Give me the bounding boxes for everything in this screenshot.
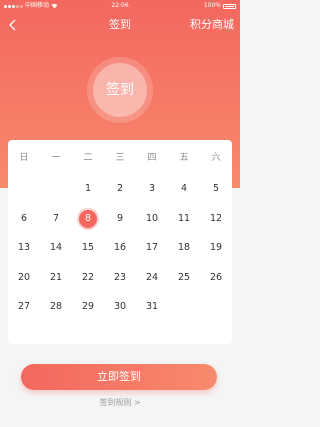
weekday-label: 一 [51,153,61,163]
calendar-day[interactable]: 31 [136,298,168,328]
calendar-day-number: 21 [49,271,63,283]
calendar-day[interactable]: 13 [8,239,40,269]
weekday-label: 三 [115,153,125,163]
calendar-day-number: 7 [52,212,60,224]
calendar-day-number: 18 [177,242,191,253]
calendar-day-today[interactable]: 8 [72,209,104,240]
calendar-day[interactable]: 28 [40,298,72,328]
calendar-day[interactable]: 5 [200,180,232,210]
calendar-day-number: 9 [116,212,124,224]
calendar-day-number [15,180,33,198]
calendar-day-number: 25 [177,271,191,283]
sign-in-circle[interactable]: 签到 [87,57,153,123]
calendar-day[interactable]: 4 [168,180,200,210]
calendar-day[interactable]: 29 [72,298,104,328]
calendar-day-number: 29 [81,301,95,312]
calendar-day-number [207,298,225,316]
calendar-week-row: 20 21 22 23 24 25 26 [8,269,232,299]
weekday-header: 日一二三四五六 [8,150,232,166]
calendar-week-row: 27 28 29 30 31 [8,298,232,328]
calendar-day[interactable]: 9 [104,210,136,240]
calendar-day-number: 2 [116,183,124,194]
calendar-day-number: 17 [145,242,159,253]
calendar-day[interactable]: 16 [104,239,136,269]
calendar-week-row: 6 7 8 9 10 11 12 [8,209,232,240]
calendar-day[interactable]: 2 [104,180,136,210]
calendar-day[interactable]: 17 [136,239,168,269]
calendar-day[interactable]: 18 [168,239,200,269]
calendar-grid: 1 2 3 4 5 6 7 8 9 10 11 12 13 14 15 16 17 18 19 20 21 22 23 24 2… [8,180,232,328]
calendar-day-number: 3 [148,183,156,194]
calendar-day-number [175,298,193,316]
calendar-day[interactable]: 7 [40,210,72,240]
weekday-label: 四 [147,153,157,163]
calendar-day[interactable]: 22 [72,269,104,299]
calendar-day[interactable]: 24 [136,269,168,299]
calendar-week-row: 13 14 15 16 17 18 19 [8,239,232,269]
calendar-day [8,180,40,210]
calendar-day-number: 30 [113,301,127,312]
calendar-day[interactable]: 19 [200,239,232,269]
calendar-day-number: 13 [17,242,31,253]
calendar-day-number: 27 [17,301,31,312]
calendar-day-number: 19 [209,242,223,253]
calendar-day-number: 15 [81,242,95,253]
weekday-label: 五 [179,153,189,163]
calendar-day[interactable]: 14 [40,239,72,269]
sign-in-now-button[interactable]: 立即签到 [21,364,217,390]
calendar-day-number: 1 [84,183,92,194]
calendar-day-number: 23 [113,271,127,283]
sign-in-circle-label: 签到 [93,63,147,117]
calendar-day-number: 10 [145,212,159,224]
calendar-day [200,298,232,328]
calendar-day[interactable]: 21 [40,269,72,299]
calendar-day-number: 6 [20,212,28,224]
calendar-day-number: 26 [209,271,223,283]
calendar-day-number: 24 [145,271,159,283]
calendar-day[interactable]: 6 [8,210,40,240]
calendar-day[interactable]: 26 [200,269,232,299]
calendar-day[interactable]: 20 [8,269,40,299]
calendar-day-number [47,180,65,198]
calendar-day-number: 14 [49,242,63,253]
weekday-label: 日 [19,153,29,163]
calendar-day[interactable]: 10 [136,210,168,240]
calendar-day[interactable]: 11 [168,210,200,240]
calendar-day-number: 12 [209,212,223,224]
calendar-day-number: 22 [81,271,95,283]
calendar-day-number: 5 [212,183,220,194]
calendar-day-number: 11 [177,212,191,224]
calendar-day [168,298,200,328]
weekday-label: 六 [211,153,221,163]
calendar-day-number: 16 [113,242,127,253]
calendar-day[interactable]: 30 [104,298,136,328]
battery-icon [223,3,236,9]
calendar-day-number: 28 [49,301,63,312]
nav-bar: 签到 积分商城 [0,14,240,38]
calendar-card: 日一二三四五六 1 2 3 4 5 6 7 8 9 10 11 12 13 14 15 16 17 18 19 20 2… [8,140,232,344]
calendar-day[interactable]: 1 [72,180,104,210]
calendar-day-number: 8 [79,209,97,228]
calendar-day[interactable]: 27 [8,298,40,328]
sign-in-rules-link[interactable]: 签到规则 > [0,397,240,408]
battery-percent: 100% [203,2,221,9]
calendar-day-number: 20 [17,271,31,283]
calendar-day [40,180,72,210]
calendar-day[interactable]: 3 [136,180,168,210]
weekday-label: 二 [83,153,93,163]
calendar-day[interactable]: 15 [72,239,104,269]
calendar-week-row: 1 2 3 4 5 [8,180,232,210]
points-mall-link[interactable]: 积分商城 [190,18,234,32]
calendar-day-number: 4 [180,183,188,194]
status-bar: 中国移动 22:06 100% [0,0,240,12]
calendar-day-number: 31 [145,301,159,312]
calendar-day[interactable]: 23 [104,269,136,299]
calendar-day[interactable]: 12 [200,210,232,240]
calendar-day[interactable]: 25 [168,269,200,299]
